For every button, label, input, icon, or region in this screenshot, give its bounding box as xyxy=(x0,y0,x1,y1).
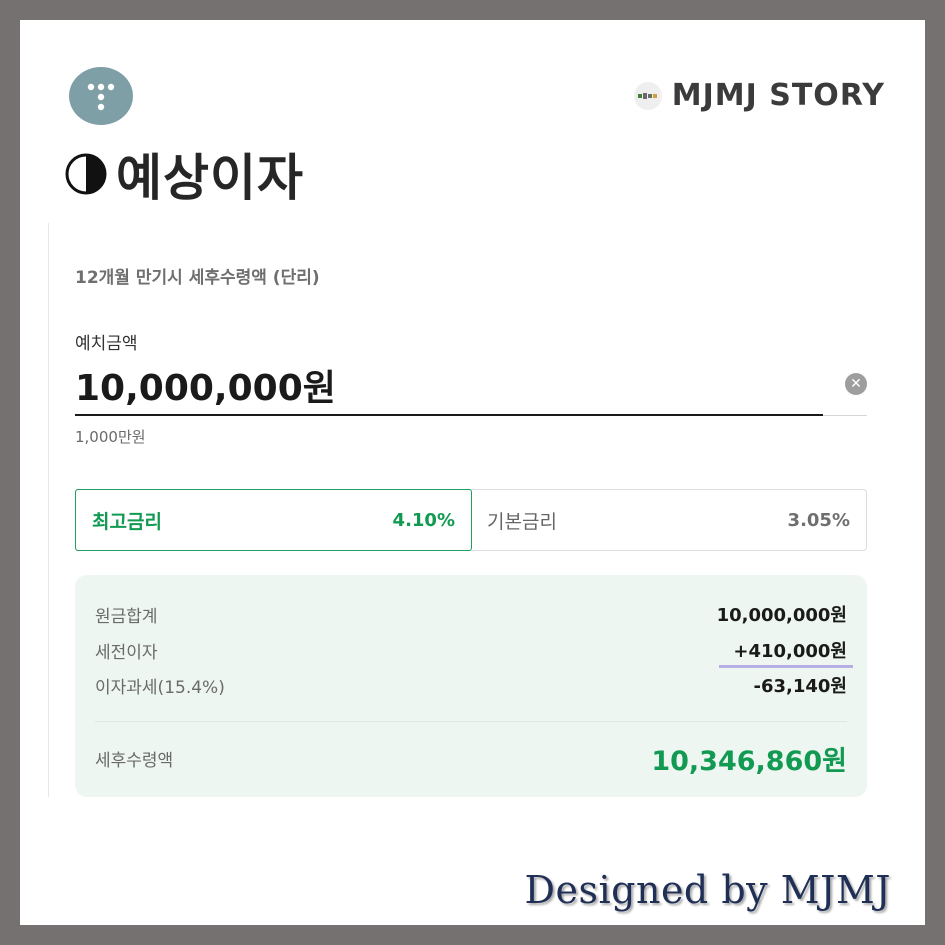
half-circle-icon xyxy=(65,153,107,195)
dots-logo-icon xyxy=(87,83,115,111)
net-row: 세후수령액 10,346,860원 xyxy=(95,739,847,778)
tax-label: 이자과세(15.4%) xyxy=(95,677,225,698)
tab-max-rate-value: 4.10% xyxy=(392,509,455,531)
interest-calculator-panel: 12개월 만기시 세후수령액 (단리) 예치금액 10,000,000원 ✕ 1… xyxy=(48,223,869,797)
tab-base-rate-value: 3.05% xyxy=(787,509,850,531)
close-icon[interactable]: ✕ xyxy=(845,373,867,395)
deposit-hint: 1,000만원 xyxy=(75,428,146,446)
pretax-interest-row: 세전이자 +410,000원 xyxy=(95,637,853,668)
deposit-amount-input[interactable]: 10,000,000원 xyxy=(75,359,336,411)
page-title-text: 예상이자 xyxy=(116,149,304,207)
page-title: 예상이자 xyxy=(64,138,304,210)
tax-value: -63,140원 xyxy=(753,676,848,697)
principal-row: 원금합계 10,000,000원 xyxy=(95,601,847,627)
tab-max-rate[interactable]: 최고금리 4.10% xyxy=(75,489,472,551)
summary-divider xyxy=(95,721,847,722)
net-value: 10,346,860원 xyxy=(651,746,847,777)
deposit-field[interactable]: 10,000,000원 ✕ xyxy=(75,359,867,416)
tax-row: 이자과세(15.4%) -63,140원 xyxy=(95,672,847,698)
net-label: 세후수령액 xyxy=(95,751,174,771)
tab-base-rate[interactable]: 기본금리 3.05% xyxy=(471,490,866,550)
principal-label: 원금합계 xyxy=(95,606,158,627)
pretax-interest-value: +410,000원 xyxy=(719,637,853,668)
brand-header: MJMJ STORY xyxy=(633,78,885,113)
calculator-subtitle: 12개월 만기시 세후수령액 (단리) xyxy=(75,268,320,288)
footer-signature: Designed by MJMJ xyxy=(524,868,891,912)
rate-tabs: 최고금리 4.10% 기본금리 3.05% xyxy=(75,489,867,551)
principal-value: 10,000,000원 xyxy=(716,605,847,626)
input-focus-underline xyxy=(75,414,823,416)
brand-name: MJMJ STORY xyxy=(671,78,885,113)
interest-summary: 원금합계 10,000,000원 세전이자 +410,000원 이자과세(15.… xyxy=(75,575,867,797)
app-logo xyxy=(69,67,133,125)
tab-base-rate-label: 기본금리 xyxy=(487,510,557,533)
deposit-label: 예치금액 xyxy=(75,334,138,354)
tab-max-rate-label: 최고금리 xyxy=(92,510,162,533)
pretax-interest-label: 세전이자 xyxy=(95,642,158,663)
content-card: MJMJ STORY 예상이자 12개월 만기시 세후수령액 (단리) 예치금액… xyxy=(20,20,925,925)
brand-badge-icon xyxy=(633,81,662,110)
